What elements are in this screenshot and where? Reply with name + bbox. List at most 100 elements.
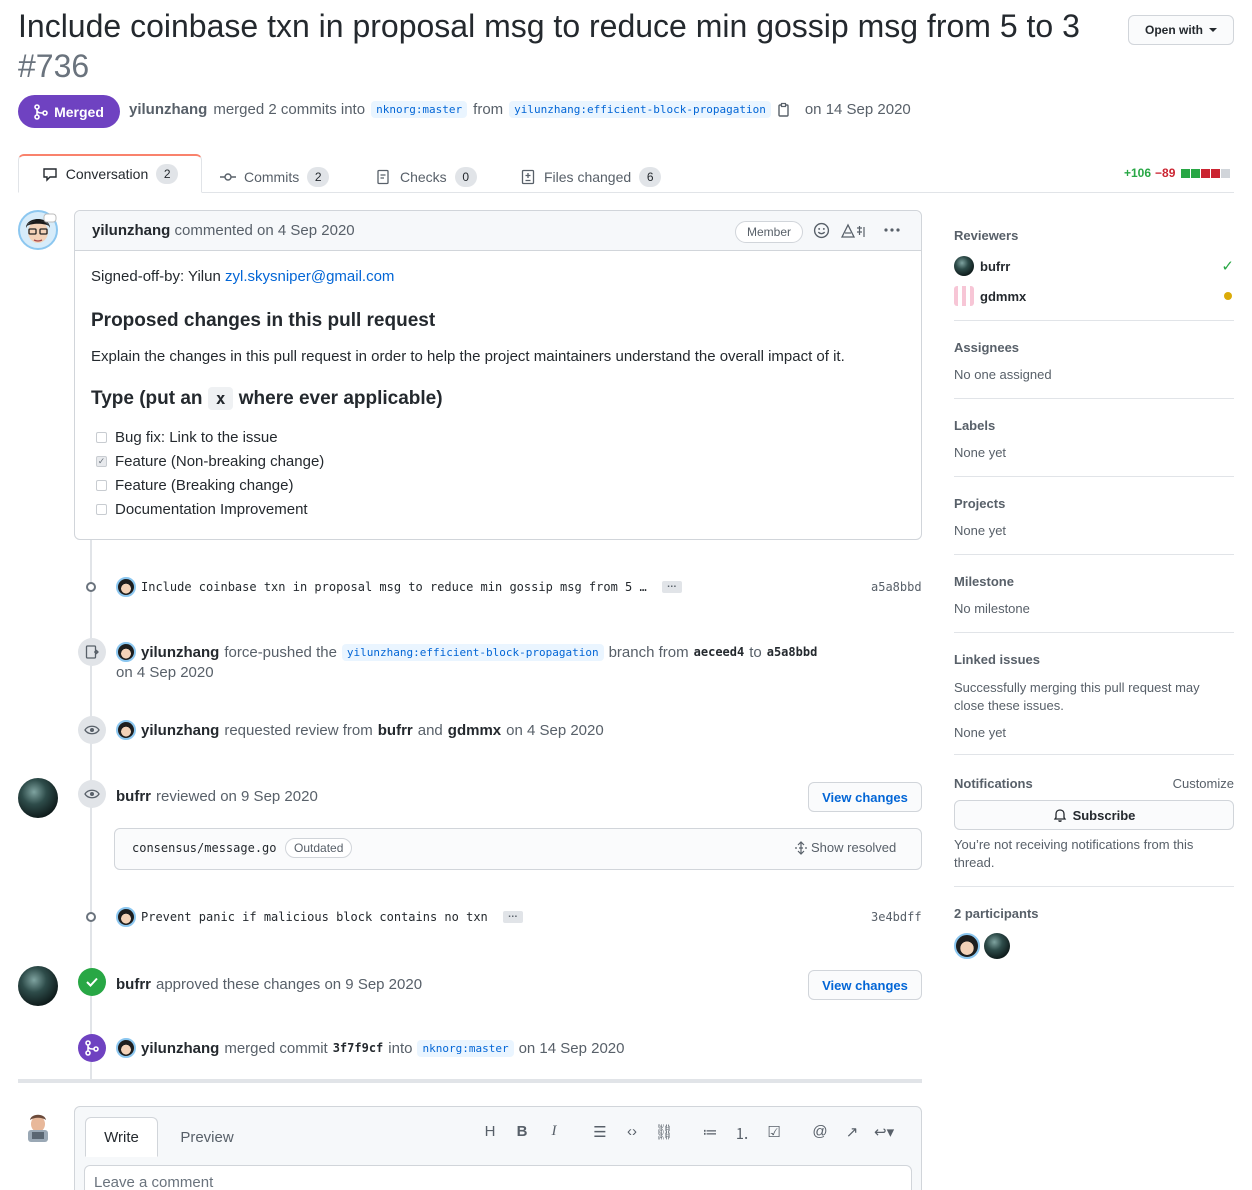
milestone-section: Milestone No milestone [954,574,1234,616]
commit-sha-link[interactable]: 3e4bdff [871,910,922,924]
sha-link[interactable]: aeceed4 [694,645,745,659]
sha-link[interactable]: 3f7f9cf [333,1041,384,1055]
commit-dot-icon [86,582,96,592]
avatar[interactable] [116,577,136,597]
force-push-event: yilunzhang force-pushed the yilunzhang:e… [116,642,817,662]
projects-section: Projects None yet [954,496,1234,538]
task-item: Feature (Breaking change) [91,473,911,497]
current-user-avatar[interactable] [22,1110,54,1145]
repo-push-icon [78,638,106,666]
smiley-icon[interactable] [813,222,830,239]
commit-message-link[interactable]: Include coinbase txn in proposal msg to … [141,580,647,594]
participant-avatar[interactable] [984,933,1010,959]
view-changes-button[interactable]: View changes [808,970,922,1000]
projects-heading[interactable]: Projects [954,496,1234,511]
tab-checks[interactable]: Checks 0 [376,160,477,193]
subscribe-button[interactable]: Subscribe [954,800,1234,830]
review-request-event: yilunzhang requested review from bufrr a… [116,720,604,740]
code-icon[interactable]: ‹› [622,1123,642,1144]
commit-event: Prevent panic if malicious block contain… [116,907,523,927]
tab-conversation[interactable]: Conversation 2 [18,154,202,193]
reply-icon[interactable]: ↩▾ [874,1123,894,1144]
bulleted-list-icon[interactable]: ≔ [700,1123,720,1144]
task-checkbox-checked[interactable]: ✓ [96,455,107,467]
task-item: Documentation Improvement [91,497,911,521]
avatar[interactable] [954,256,974,276]
link-icon[interactable]: ⛓ [654,1123,674,1144]
show-resolved-button[interactable]: Show resolved [795,840,896,855]
pr-meta: yilunzhang merged 2 commits into nknorg:… [129,101,911,118]
timeline-end-divider [18,1079,922,1083]
avatar[interactable] [954,286,974,306]
write-tab[interactable]: Write [85,1117,158,1157]
labels-section: Labels None yet [954,418,1234,460]
copy-icon[interactable] [777,102,791,118]
author-link[interactable]: yilunzhang [129,101,207,118]
reviewer-avatar[interactable] [18,778,58,818]
participant-avatar[interactable] [954,933,980,959]
mention-icon[interactable]: @ [810,1123,830,1144]
task-checkbox[interactable] [96,431,107,443]
expand-commit-button[interactable]: … [502,910,523,923]
approval-event: bufrr approved these changes on 9 Sep 20… [116,976,423,993]
italic-icon[interactable]: I [544,1123,564,1144]
expand-commit-button[interactable]: … [661,580,682,593]
avatar[interactable] [116,1038,136,1058]
branch-label[interactable]: yilunzhang:efficient-block-propagation [341,643,604,661]
bold-icon[interactable]: B [512,1123,532,1144]
labels-heading[interactable]: Labels [954,418,1234,433]
diffstat: +106 −89 [1124,166,1231,180]
commit-sha-link[interactable]: a5a8bbd [871,580,922,594]
email-link[interactable]: zyl.skysniper@gmail.com [225,268,394,285]
commit-message-link[interactable]: Prevent panic if malicious block contain… [141,910,488,924]
bell-icon [1053,809,1066,822]
view-changes-button[interactable]: View changes [808,782,922,812]
task-checkbox[interactable] [96,479,107,491]
branch-label[interactable]: nknorg:master [417,1039,514,1057]
comment-author-avatar[interactable] [18,210,58,253]
avatar[interactable] [116,720,136,740]
heading-type: Type (put an x where ever applicable) [91,387,443,410]
reviewers-section: Reviewers bufrr ✓ gdmmx [954,228,1234,311]
comment-body: Signed-off-by: Yilun zyl.skysniper@gmail… [91,267,911,521]
assignees-heading[interactable]: Assignees [954,340,1234,355]
open-with-button[interactable]: Open with [1128,15,1234,45]
description-paragraph: Explain the changes in this pull request… [91,348,845,365]
task-list-icon[interactable]: ☑ [764,1123,784,1144]
additions-count: +106 [1124,166,1152,180]
heading-proposed-changes: Proposed changes in this pull request [91,310,436,331]
comment-textarea[interactable]: Leave a comment [84,1165,912,1190]
cross-reference-icon[interactable]: ↗ [842,1123,862,1144]
comment-header: yilunzhang commented on 4 Sep 2020 Membe… [75,211,921,251]
head-branch[interactable]: yilunzhang:efficient-block-propagation [509,101,771,118]
reviewer-avatar[interactable] [18,966,58,1006]
commit-event: Include coinbase txn in proposal msg to … [116,577,682,597]
heading-icon[interactable]: H [480,1123,500,1144]
outdated-label: Outdated [285,838,353,858]
file-path-link[interactable]: consensus/message.go [132,841,277,855]
avatar[interactable] [116,642,136,662]
merged-status-badge: Merged [18,95,120,128]
comment-author[interactable]: yilunzhang [92,222,170,239]
translate-icon[interactable] [840,223,868,239]
preview-tab[interactable]: Preview [165,1117,249,1157]
tab-counter: 0 [454,166,477,187]
avatar[interactable] [116,907,136,927]
reviewers-heading[interactable]: Reviewers [954,228,1234,243]
customize-link[interactable]: Customize [1173,776,1234,791]
tab-counter: 2 [307,166,330,187]
sha-link[interactable]: a5a8bbd [767,645,818,659]
base-branch[interactable]: nknorg:master [371,101,468,118]
tab-commits[interactable]: Commits 2 [220,160,330,193]
participants-section: 2 participants [954,906,1234,959]
task-checkbox[interactable] [96,503,107,515]
checklist-icon [377,169,389,184]
assignees-section: Assignees No one assigned [954,340,1234,382]
milestone-heading[interactable]: Milestone [954,574,1234,589]
tab-files-changed[interactable]: Files changed 6 [520,160,662,193]
quote-icon[interactable]: ☰ [590,1123,610,1144]
merge-event: yilunzhang merged commit 3f7f9cf into nk… [116,1038,625,1058]
kebab-horizontal-icon[interactable] [883,224,901,236]
numbered-list-icon[interactable]: ⒈ [732,1123,752,1144]
eye-icon [78,716,106,744]
